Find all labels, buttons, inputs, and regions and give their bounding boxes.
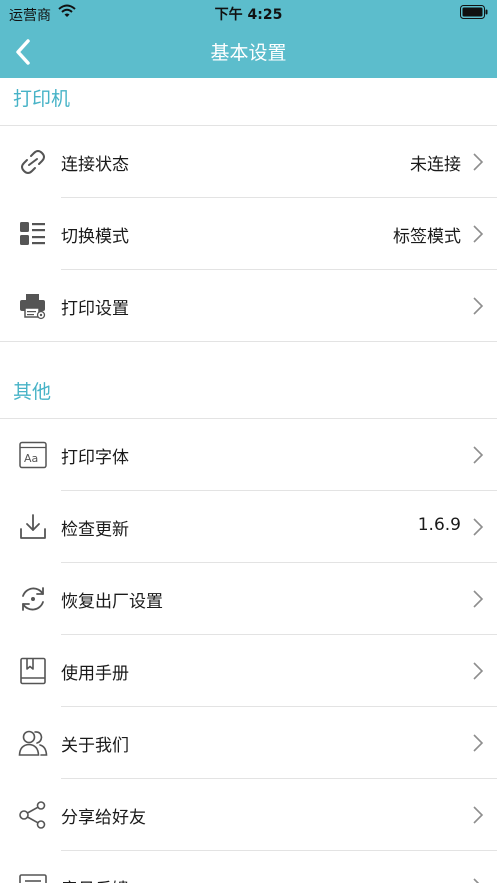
chevron-right-icon [473,734,484,752]
chevron-right-icon [473,225,484,243]
row-label: 连接状态 [61,155,129,175]
printer-settings-icon [20,294,46,320]
row-share[interactable]: 分享给好友 [0,779,497,851]
row-connection-status[interactable]: 连接状态 未连接 [0,126,497,198]
nav-bar: 基本设置 [0,26,497,78]
row-factory-reset[interactable]: 恢复出厂设置 [0,563,497,635]
section-header-printer: 打印机 [13,88,71,110]
row-print-font[interactable]: Aa 打印字体 [0,419,497,491]
row-user-manual[interactable]: 使用手册 [0,635,497,707]
row-label: 打印设置 [61,299,129,319]
feedback-icon [19,874,47,883]
row-value: 1.6.9 [417,515,461,535]
row-about-us[interactable]: 关于我们 [0,707,497,779]
row-label: 意见反馈 [61,875,129,883]
chevron-right-icon [473,878,480,883]
page-title: 基本设置 [210,42,287,64]
download-icon [20,514,46,539]
manual-book-icon [20,657,46,685]
svg-text:Aa: Aa [24,452,38,465]
link-icon [21,150,45,174]
chevron-right-icon [473,662,484,680]
users-icon [18,730,48,756]
chevron-right-icon [473,806,484,824]
row-value: 未连接 [410,155,461,175]
row-label: 恢复出厂设置 [61,592,163,612]
list-mode-icon [20,222,45,245]
chevron-right-icon [473,446,484,464]
chevron-right-icon [473,153,484,171]
share-icon [19,801,46,829]
row-label: 关于我们 [61,736,129,756]
chevron-right-icon [473,518,484,536]
battery-icon [460,5,488,19]
row-label: 切换模式 [61,227,129,247]
row-print-settings[interactable]: 打印设置 [0,270,497,342]
font-icon: Aa [19,441,47,469]
chevron-right-icon [473,297,484,315]
status-bar: 运营商 下午 4:25 [0,0,497,26]
section-header-other: 其他 [13,381,52,403]
row-feedback[interactable]: 意见反馈 [0,851,497,883]
row-label: 使用手册 [61,664,129,684]
divider [0,341,497,342]
row-switch-mode[interactable]: 切换模式 标签模式 [0,198,497,270]
chevron-right-icon [473,590,484,608]
row-check-update[interactable]: 检查更新 1.6.9 [0,491,497,563]
status-time: 下午 4:25 [214,7,283,23]
header: 运营商 下午 4:25 基本设置 [0,0,497,78]
row-label: 打印字体 [61,448,129,468]
reset-icon [22,587,44,611]
row-label: 检查更新 [61,520,129,540]
row-label: 分享给好友 [61,808,146,828]
row-value: 标签模式 [393,227,461,247]
